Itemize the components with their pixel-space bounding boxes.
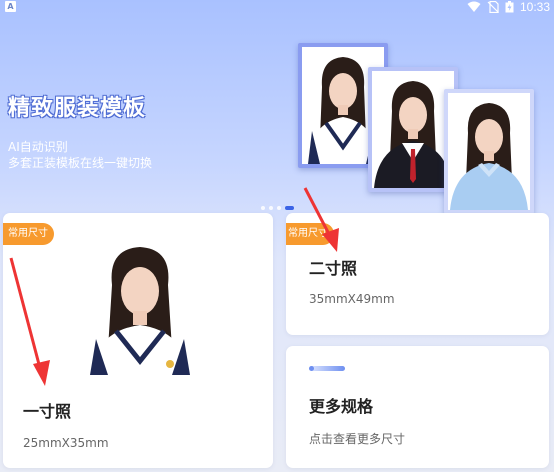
- battery-charging-icon: [505, 1, 514, 13]
- banner-photo-shirt: [444, 89, 534, 214]
- carousel-dot[interactable]: [269, 206, 273, 210]
- carousel-indicator: [261, 206, 294, 210]
- status-bar: A 10:33: [0, 0, 554, 16]
- size-card-one-inch[interactable]: 常用尺寸 一寸照 25mmX35mm: [3, 213, 273, 468]
- card-title: 一寸照: [23, 402, 72, 421]
- carousel-dot[interactable]: [261, 206, 265, 210]
- common-size-badge: 常用尺寸: [3, 223, 54, 245]
- decorative-bar: [309, 366, 345, 371]
- more-sizes-card[interactable]: 更多规格 点击查看更多尺寸: [286, 346, 549, 468]
- carousel-dot-active[interactable]: [285, 206, 294, 210]
- template-banner[interactable]: 精致服装模板 AI自动识别 多套正装模板在线一键切换: [0, 16, 554, 214]
- card-title: 更多规格: [309, 397, 374, 416]
- banner-subtitle-line2: 多套正装模板在线一键切换: [8, 156, 153, 170]
- decorative-dot: [309, 366, 314, 371]
- banner-subtitle-line1: AI自动识别: [8, 140, 68, 154]
- carousel-dot[interactable]: [277, 206, 281, 210]
- card-subtitle: 点击查看更多尺寸: [309, 432, 406, 446]
- portrait-suit-image: [374, 81, 452, 188]
- portrait-shirt-image: [450, 103, 528, 210]
- common-size-badge: 常用尺寸: [286, 223, 334, 245]
- wifi-icon: [467, 1, 481, 12]
- size-card-two-inch[interactable]: 常用尺寸 二寸照 35mmX49mm: [286, 213, 549, 335]
- portrait-sample-image: [86, 239, 194, 375]
- card-title: 二寸照: [309, 259, 358, 278]
- one-inch-sample-photo: [86, 239, 194, 375]
- no-sim-icon: [487, 1, 499, 13]
- card-size-text: 25mmX35mm: [23, 436, 109, 450]
- card-size-text: 35mmX49mm: [309, 292, 395, 306]
- banner-title: 精致服装模板: [8, 96, 147, 121]
- app-notification-icon: A: [5, 1, 16, 12]
- status-icons: 10:33: [467, 0, 550, 14]
- status-time: 10:33: [519, 0, 550, 14]
